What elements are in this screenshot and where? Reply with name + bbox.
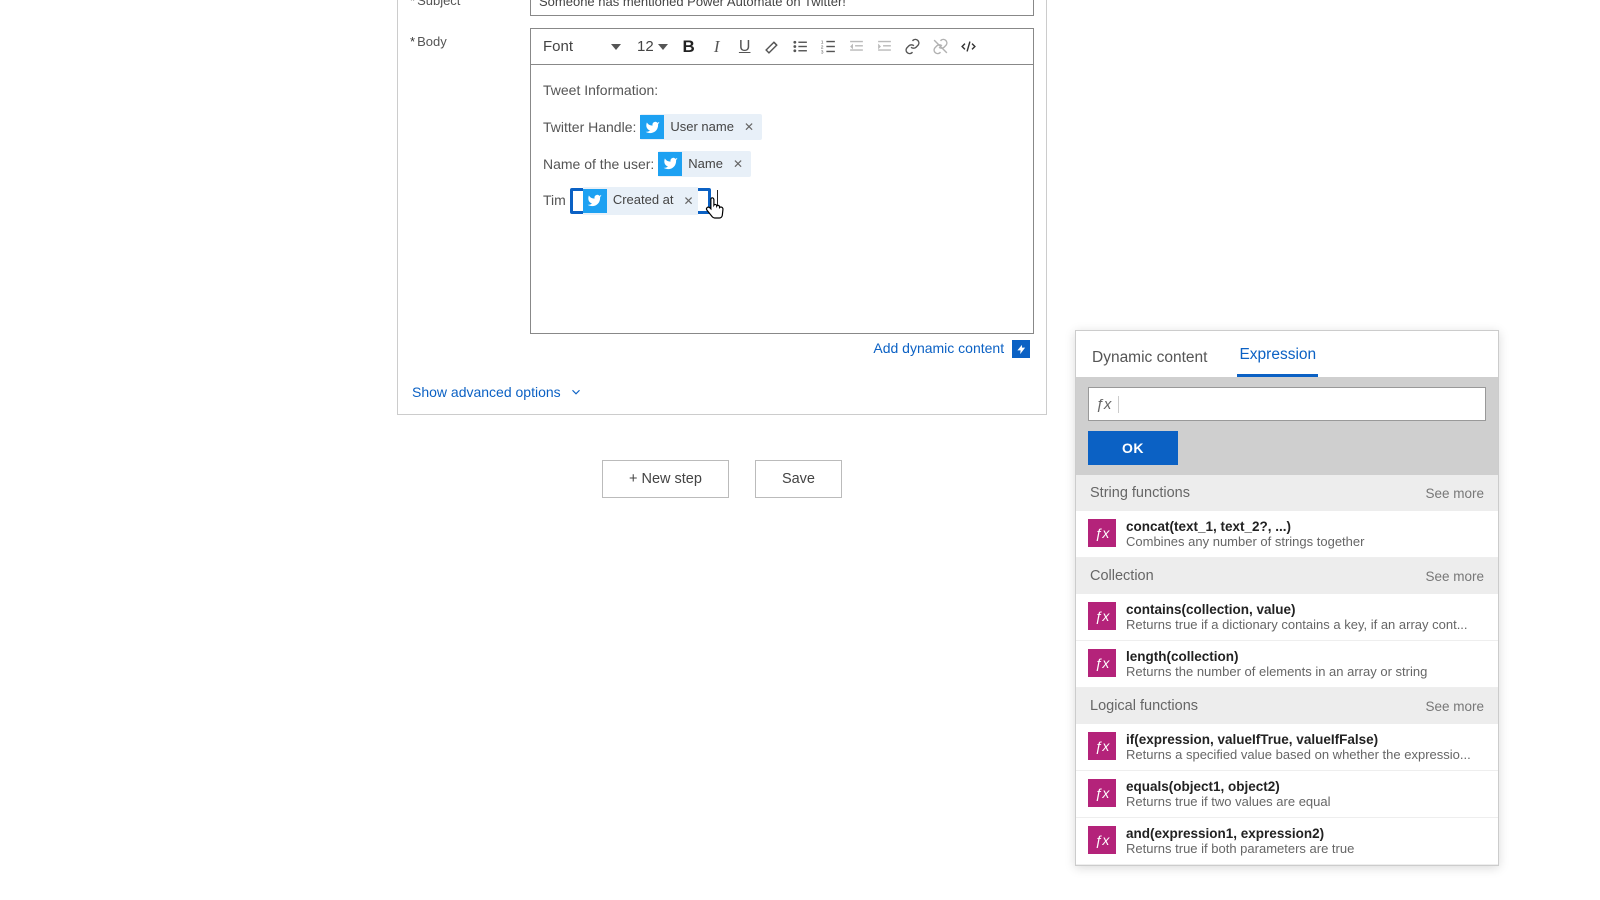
function-item[interactable]: ƒx and(expression1, expression2)Returns t… xyxy=(1076,818,1498,865)
body-label: *Body xyxy=(410,28,530,49)
function-signature: concat(text_1, text_2?, ...) xyxy=(1126,519,1486,534)
twitter-icon xyxy=(640,115,664,139)
chevron-down-icon xyxy=(569,385,583,399)
subject-label: *Subject xyxy=(410,0,530,8)
function-group-title: String functions xyxy=(1090,485,1190,501)
token-created-selected[interactable]: Created at ✕ xyxy=(570,188,711,214)
unlink-button[interactable] xyxy=(928,32,954,62)
function-group-header: Collection See more xyxy=(1076,558,1498,594)
underline-button[interactable]: U xyxy=(732,32,758,62)
function-item[interactable]: ƒx equals(object1, object2)Returns true i… xyxy=(1076,771,1498,818)
expression-tabs: Dynamic content Expression xyxy=(1076,331,1498,377)
function-signature: if(expression, valueIfTrue, valueIfFalse… xyxy=(1126,732,1486,747)
token-username[interactable]: User name ✕ xyxy=(640,114,762,140)
subject-input[interactable]: Someone has mentioned Power Automate on … xyxy=(530,0,1034,16)
font-select-label: Font xyxy=(543,38,573,55)
body-editor[interactable]: Tweet Information: Twitter Handle: User … xyxy=(530,64,1034,334)
add-dynamic-content-link[interactable]: Add dynamic content xyxy=(873,340,1004,356)
highlight-button[interactable] xyxy=(760,32,786,62)
subject-row: *Subject Someone has mentioned Power Aut… xyxy=(398,0,1046,22)
dynamic-content-icon[interactable] xyxy=(1012,340,1030,358)
code-view-button[interactable] xyxy=(956,32,982,62)
function-group-title: Logical functions xyxy=(1090,698,1198,714)
see-more-link[interactable]: See more xyxy=(1425,699,1484,714)
function-signature: and(expression1, expression2) xyxy=(1126,826,1486,841)
twitter-icon xyxy=(658,152,682,176)
function-description: Combines any number of strings together xyxy=(1126,534,1486,549)
editor-line: Name of the user: Name ✕ xyxy=(543,149,1021,180)
token-label: Name xyxy=(688,150,723,179)
add-dynamic-content-row: Add dynamic content xyxy=(530,334,1034,368)
function-group-title: Collection xyxy=(1090,568,1154,584)
see-more-link[interactable]: See more xyxy=(1425,569,1484,584)
font-size-select[interactable]: 12 xyxy=(631,32,674,62)
expression-input-bar: ƒx OK xyxy=(1076,377,1498,475)
function-group-header: Logical functions See more xyxy=(1076,688,1498,724)
function-description: Returns true if two values are equal xyxy=(1126,794,1486,809)
function-description: Returns true if both parameters are true xyxy=(1126,841,1486,856)
bullet-list-button[interactable] xyxy=(788,32,814,62)
fx-icon: ƒx xyxy=(1088,519,1116,547)
font-select[interactable]: Font xyxy=(535,32,629,62)
function-list[interactable]: String functions See more ƒx concat(text_1,… xyxy=(1076,475,1498,865)
expression-input[interactable] xyxy=(1119,396,1485,412)
svg-text:3: 3 xyxy=(821,50,824,55)
fx-icon: ƒx xyxy=(1088,732,1116,760)
token-name[interactable]: Name ✕ xyxy=(658,151,751,177)
token-remove-icon[interactable]: ✕ xyxy=(729,151,747,177)
bold-button[interactable]: B xyxy=(676,32,702,62)
function-item[interactable]: ƒx if(expression, valueIfTrue, valueIfFal… xyxy=(1076,724,1498,771)
ok-button[interactable]: OK xyxy=(1088,431,1178,465)
function-description: Returns a specified value based on wheth… xyxy=(1126,747,1486,762)
indent-button[interactable] xyxy=(872,32,898,62)
function-item[interactable]: ƒx length(collection)Returns the number o… xyxy=(1076,641,1498,688)
expression-panel: Dynamic content Expression ƒx OK String … xyxy=(1075,330,1499,866)
fx-icon: ƒx xyxy=(1088,602,1116,630)
text-caret xyxy=(717,190,718,212)
save-button[interactable]: Save xyxy=(755,460,842,498)
function-group-header: String functions See more xyxy=(1076,475,1498,511)
tab-dynamic-content[interactable]: Dynamic content xyxy=(1090,339,1209,377)
outdent-button[interactable] xyxy=(844,32,870,62)
fx-icon: ƒx xyxy=(1088,649,1116,677)
numbered-list-button[interactable]: 123 xyxy=(816,32,842,62)
font-size-label: 12 xyxy=(637,38,654,55)
action-card: *Subject Someone has mentioned Power Aut… xyxy=(397,0,1047,415)
footer-buttons: + New step Save xyxy=(397,460,1047,498)
editor-line: Tweet Information: xyxy=(543,75,1021,106)
token-label: Created at xyxy=(613,186,674,215)
chevron-down-icon xyxy=(658,44,668,50)
token-label: User name xyxy=(670,113,734,142)
svg-text:2: 2 xyxy=(821,45,824,51)
function-description: Returns true if a dictionary contains a … xyxy=(1126,617,1486,632)
show-advanced-options[interactable]: Show advanced options xyxy=(398,374,1046,414)
tab-expression[interactable]: Expression xyxy=(1237,336,1318,377)
body-row: *Body Font 12 B I U xyxy=(398,22,1046,374)
function-signature: equals(object1, object2) xyxy=(1126,779,1486,794)
function-item[interactable]: ƒx concat(text_1, text_2?, ...)Combines a… xyxy=(1076,511,1498,558)
editor-line: Tim Created at ✕ xyxy=(543,185,1021,216)
twitter-icon xyxy=(583,189,607,213)
token-remove-icon[interactable]: ✕ xyxy=(680,188,698,214)
fx-icon: ƒx xyxy=(1089,396,1119,413)
chevron-down-icon xyxy=(611,44,621,50)
function-signature: length(collection) xyxy=(1126,649,1486,664)
expression-input-wrap: ƒx xyxy=(1088,387,1486,421)
link-button[interactable] xyxy=(900,32,926,62)
token-remove-icon[interactable]: ✕ xyxy=(740,114,758,140)
function-signature: contains(collection, value) xyxy=(1126,602,1486,617)
fx-icon: ƒx xyxy=(1088,826,1116,854)
function-item[interactable]: ƒx contains(collection, value)Returns tru… xyxy=(1076,594,1498,641)
editor-line: Twitter Handle: User name ✕ xyxy=(543,112,1021,143)
see-more-link[interactable]: See more xyxy=(1425,486,1484,501)
italic-button[interactable]: I xyxy=(704,32,730,62)
svg-text:1: 1 xyxy=(821,40,824,46)
function-description: Returns the number of elements in an arr… xyxy=(1126,664,1486,679)
fx-icon: ƒx xyxy=(1088,779,1116,807)
new-step-button[interactable]: + New step xyxy=(602,460,729,498)
editor-toolbar: Font 12 B I U 123 xyxy=(530,28,1034,64)
